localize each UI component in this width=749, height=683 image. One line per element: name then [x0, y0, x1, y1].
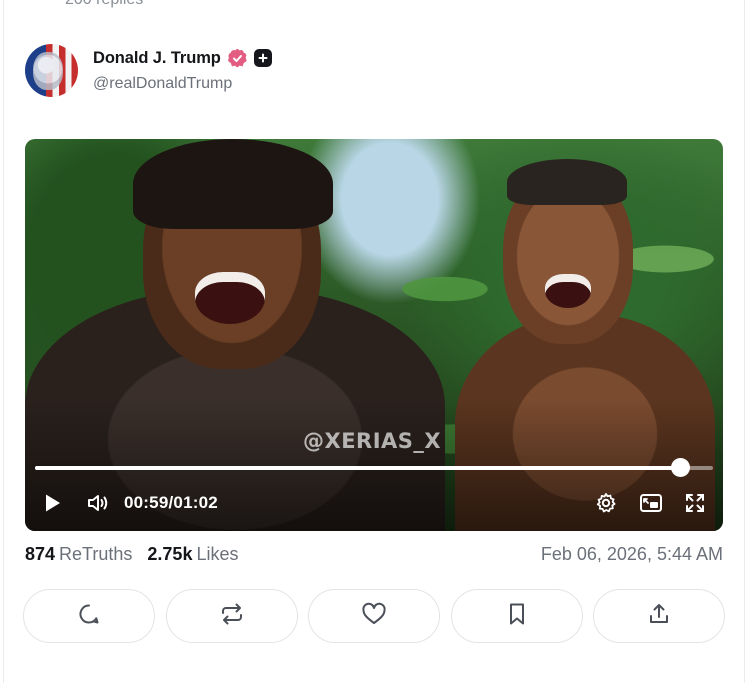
settings-gear-icon[interactable] [594, 491, 618, 515]
video-progress-thumb[interactable] [670, 458, 690, 477]
video-player[interactable]: @XERIAS_X 00:59/01:02 [25, 139, 723, 531]
page-border-left [3, 0, 4, 683]
video-duration: 01:02 [173, 493, 218, 512]
replies-count-cutoff[interactable]: 200 replies [65, 0, 143, 9]
bookmark-icon [506, 602, 528, 631]
author-display-name[interactable]: Donald J. Trump [93, 49, 221, 68]
video-figure-right-hair [507, 159, 627, 205]
plus-badge-icon [253, 49, 272, 67]
post-timestamp[interactable]: Feb 06, 2026, 5:44 AM [541, 544, 723, 565]
post-header: Donald J. Trump @realDonaldTrump [25, 44, 272, 97]
post-action-bar [23, 589, 725, 643]
share-button[interactable] [593, 589, 725, 643]
video-progress-bar[interactable] [35, 458, 713, 477]
retruths-label[interactable]: ReTruths [59, 544, 132, 565]
page-border-right [744, 0, 745, 683]
video-figure-left-mouth [195, 272, 265, 324]
avatar-face [33, 52, 63, 90]
likes-label[interactable]: Likes [196, 544, 238, 565]
repost-icon [219, 602, 245, 631]
likes-count[interactable]: 2.75k [147, 544, 192, 565]
video-figure-right-mouth [545, 274, 591, 308]
picture-in-picture-icon[interactable] [638, 491, 664, 515]
video-time-readout: 00:59/01:02 [124, 493, 218, 513]
video-current-time: 00:59 [124, 493, 169, 512]
like-button[interactable] [308, 589, 440, 643]
author-name-block: Donald J. Trump @realDonaldTrump [93, 47, 272, 93]
verified-badge-icon [227, 48, 247, 68]
comment-icon [77, 602, 101, 631]
post-stats: 874 ReTruths 2.75k Likes [25, 544, 238, 565]
heart-icon [361, 602, 387, 631]
reply-button[interactable] [23, 589, 155, 643]
author-handle[interactable]: @realDonaldTrump [93, 75, 272, 93]
avatar[interactable] [25, 44, 78, 97]
video-figure-left-hair [133, 139, 333, 229]
video-watermark: @XERIAS_X [303, 429, 442, 453]
video-controls: 00:59/01:02 [25, 488, 723, 518]
retruth-button[interactable] [165, 589, 298, 643]
share-icon [647, 602, 671, 631]
retruths-count[interactable]: 874 [25, 544, 55, 565]
volume-icon[interactable] [85, 491, 111, 515]
name-row: Donald J. Trump [93, 47, 272, 69]
play-icon[interactable] [43, 492, 63, 514]
video-progress-fill [35, 466, 680, 470]
bookmark-button[interactable] [450, 589, 583, 643]
fullscreen-icon[interactable] [683, 491, 707, 515]
